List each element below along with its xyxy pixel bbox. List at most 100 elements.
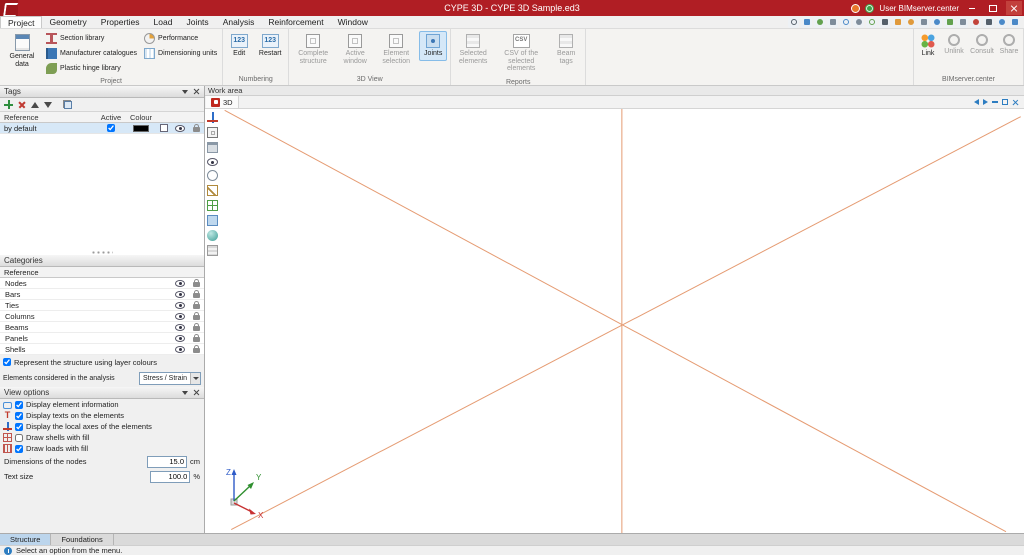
menu-analysis[interactable]: Analysis <box>216 16 262 28</box>
numbering-restart-button[interactable]: 123 Restart <box>255 31 285 61</box>
visibility-icon[interactable] <box>175 301 185 309</box>
local-axes-tool-icon[interactable] <box>207 112 218 123</box>
menu-geometry[interactable]: Geometry <box>42 16 93 28</box>
tag-active-checkbox[interactable] <box>107 124 115 132</box>
lock-icon[interactable] <box>192 279 200 287</box>
delete-tag-button[interactable] <box>18 101 26 109</box>
section-library-button[interactable]: Section library <box>44 32 139 45</box>
category-row-nodes[interactable]: Nodes <box>0 278 204 289</box>
tag-row-by-default[interactable]: by default <box>0 123 204 134</box>
tab-foundations[interactable]: Foundations <box>51 534 114 545</box>
close-panel-icon[interactable] <box>193 88 200 95</box>
category-row-columns[interactable]: Columns <box>0 311 204 322</box>
lock-icon[interactable] <box>192 312 200 320</box>
menu-joints[interactable]: Joints <box>179 16 215 28</box>
menu-reinforcement[interactable]: Reinforcement <box>261 16 330 28</box>
visibility-icon[interactable] <box>175 323 185 331</box>
visibility-icon[interactable] <box>175 312 185 320</box>
loads-fill-checkbox[interactable] <box>15 444 23 453</box>
visibility-icon[interactable] <box>175 290 185 298</box>
lock-icon[interactable] <box>983 16 994 28</box>
tag-visibility-icon[interactable] <box>175 124 185 132</box>
close-view-icon[interactable] <box>1012 99 1019 106</box>
shells-fill-checkbox[interactable] <box>15 433 23 442</box>
tag-3d-icon[interactable] <box>160 124 168 132</box>
menu-window[interactable]: Window <box>331 16 375 28</box>
lock-icon[interactable] <box>192 334 200 342</box>
add-tag-button[interactable] <box>4 100 13 109</box>
performance-button[interactable]: Performance <box>142 32 219 45</box>
copy-tag-button[interactable] <box>63 100 72 109</box>
tab-structure[interactable]: Structure <box>0 534 52 545</box>
node-dimensions-input[interactable] <box>147 455 187 468</box>
grid-tool-icon[interactable] <box>207 200 218 211</box>
bim-unlink-button[interactable]: Unlink <box>942 31 966 59</box>
menu-load[interactable]: Load <box>147 16 180 28</box>
grid-icon[interactable] <box>957 16 968 28</box>
tag-lock-icon[interactable] <box>192 124 200 132</box>
text-size-input[interactable] <box>150 470 191 483</box>
elements-analysis-select[interactable]: Stress / Strain <box>139 371 201 385</box>
views-cube-icon[interactable] <box>207 127 218 138</box>
menu-project[interactable]: Project <box>0 16 43 28</box>
tag-colour-swatch[interactable] <box>133 124 149 132</box>
element-information-checkbox[interactable] <box>15 400 23 409</box>
active-window-button[interactable]: Active window <box>337 31 373 68</box>
complete-structure-button[interactable]: Complete structure <box>292 31 334 68</box>
printer-icon[interactable] <box>207 142 218 153</box>
front-view-icon[interactable] <box>879 16 890 28</box>
pan-icon[interactable] <box>827 16 838 28</box>
3d-canvas[interactable]: Z Y X <box>205 109 1024 533</box>
lock-icon[interactable] <box>192 345 200 353</box>
csv-selected-elements-button[interactable]: CSV CSV of the selected elements <box>495 31 547 76</box>
local-axes-checkbox[interactable] <box>15 422 23 431</box>
minimize-button[interactable] <box>964 1 980 15</box>
collapse-icon[interactable] <box>182 89 188 94</box>
user-label[interactable]: User BIMserver.center <box>879 4 959 13</box>
move-down-button[interactable] <box>44 101 52 108</box>
move-up-button[interactable] <box>31 101 39 108</box>
dimension-icon[interactable] <box>931 16 942 28</box>
restore-view-icon[interactable] <box>1002 99 1008 105</box>
perspective-icon[interactable] <box>892 16 903 28</box>
chevron-down-icon[interactable] <box>190 372 200 384</box>
detail-icon[interactable] <box>970 16 981 28</box>
manufacturer-catalogues-button[interactable]: Manufacturer catalogues <box>44 47 139 60</box>
element-selection-button[interactable]: Element selection <box>376 31 416 68</box>
layer-colours-checkbox[interactable] <box>3 358 11 366</box>
previous-zoom-icon[interactable] <box>853 16 864 28</box>
minimize-view-icon[interactable] <box>992 101 998 103</box>
layers-icon[interactable] <box>944 16 955 28</box>
lock-icon[interactable] <box>192 323 200 331</box>
tags-tool-icon[interactable] <box>207 245 218 256</box>
category-row-panels[interactable]: Panels <box>0 333 204 344</box>
maximize-button[interactable] <box>985 1 1001 15</box>
lock-icon[interactable] <box>192 301 200 309</box>
close-button[interactable] <box>1006 1 1022 15</box>
texture-tool-icon[interactable] <box>207 215 218 226</box>
category-row-beams[interactable]: Beams <box>0 322 204 333</box>
visibility-icon[interactable] <box>175 279 185 287</box>
close-panel-icon[interactable] <box>193 389 200 396</box>
panel-resize-handle[interactable] <box>91 251 113 254</box>
visibility-icon[interactable] <box>175 334 185 342</box>
references-icon[interactable] <box>996 16 1007 28</box>
collapse-icon[interactable] <box>182 390 188 395</box>
category-row-ties[interactable]: Ties <box>0 300 204 311</box>
measure-tool-icon[interactable] <box>207 185 218 196</box>
zoom-window-icon[interactable] <box>840 16 851 28</box>
lock-icon[interactable] <box>192 290 200 298</box>
category-row-bars[interactable]: Bars <box>0 289 204 300</box>
bim-share-button[interactable]: Share <box>998 31 1020 59</box>
redraw-icon[interactable] <box>814 16 825 28</box>
menu-properties[interactable]: Properties <box>94 16 147 28</box>
tab-3d[interactable]: 3D <box>206 96 239 108</box>
next-view-icon[interactable] <box>983 99 988 105</box>
orbit-icon[interactable] <box>866 16 877 28</box>
windows-icon[interactable] <box>1009 16 1020 28</box>
selected-elements-button[interactable]: Selected elements <box>454 31 492 68</box>
orbit-tool-icon[interactable] <box>207 170 218 181</box>
beam-tags-button[interactable]: Beam tags <box>550 31 582 68</box>
visibility-icon[interactable] <box>175 345 185 353</box>
sun-icon[interactable] <box>905 16 916 28</box>
